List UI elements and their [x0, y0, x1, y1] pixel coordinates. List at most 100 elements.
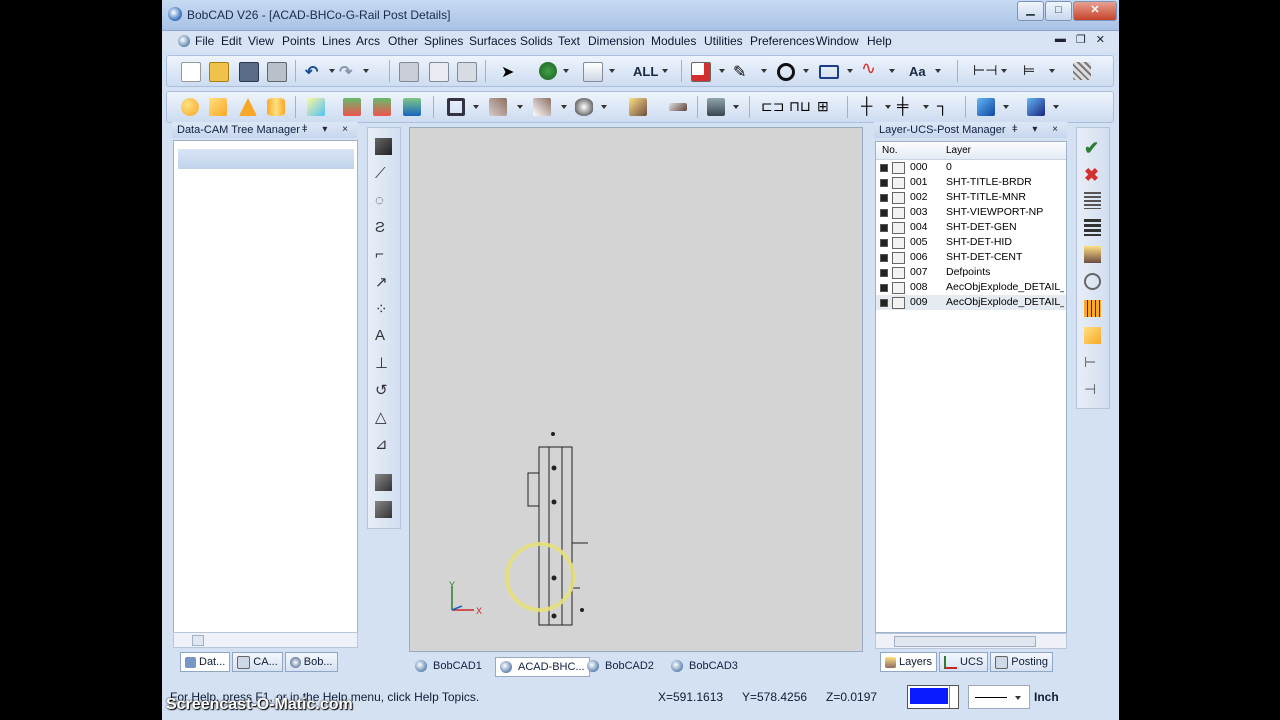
line-style-selector[interactable] — [968, 685, 1030, 709]
solid-view-dropdown-icon[interactable] — [1003, 105, 1009, 109]
filter-dropdown-icon[interactable] — [662, 69, 668, 73]
layer-row[interactable]: 001 SHT-TITLE-BRDR — [876, 175, 1066, 190]
bobcad-app-icon[interactable] — [168, 7, 182, 21]
menu-window[interactable]: Window — [816, 34, 859, 48]
boolean-union-icon[interactable] — [343, 98, 361, 116]
panel-pin-icon[interactable]: ǂ ▾ × — [1012, 124, 1064, 135]
tree-selected-node[interactable] — [178, 149, 354, 169]
layer-visible-checkbox[interactable] — [880, 209, 888, 217]
rotate-tool-icon[interactable]: ↺ — [375, 381, 392, 399]
break-icon[interactable]: ╪ — [897, 98, 915, 116]
menu-points[interactable]: Points — [282, 34, 315, 48]
solid-view-icon[interactable] — [977, 98, 995, 116]
layer-row[interactable]: 004 SHT-DET-GEN — [876, 220, 1066, 235]
scale-tool-icon[interactable]: ⊿ — [375, 435, 392, 453]
align-left-icon[interactable]: ⊢ — [1084, 354, 1101, 371]
layer-icon[interactable] — [892, 222, 905, 234]
extrude-icon[interactable] — [629, 98, 647, 116]
dimension-dropdown-icon[interactable] — [1001, 69, 1007, 73]
layer-visible-checkbox[interactable] — [880, 224, 888, 232]
text-dropdown-icon[interactable] — [935, 69, 941, 73]
break-dropdown-icon[interactable] — [923, 105, 929, 109]
modify-tool-icon[interactable] — [375, 474, 392, 491]
menu-other[interactable]: Other — [388, 34, 418, 48]
check-icon[interactable]: ✔ — [1084, 138, 1101, 158]
tree-view[interactable] — [173, 140, 358, 634]
drawing-canvas[interactable]: Y X — [409, 127, 863, 652]
save-icon[interactable] — [239, 62, 259, 82]
layer-row[interactable]: 005 SHT-DET-HID — [876, 235, 1066, 250]
circle-dropdown-icon[interactable] — [803, 69, 809, 73]
layer-icon[interactable] — [892, 162, 905, 174]
layer-row[interactable]: 008 AecObjExplode_DETAIL_F — [876, 280, 1066, 295]
layer-row[interactable]: 009 AecObjExplode_DETAIL_V — [876, 295, 1066, 310]
frame-icon[interactable] — [447, 98, 465, 116]
menu-help[interactable]: Help — [867, 34, 892, 48]
tab-data[interactable]: Dat... — [180, 652, 231, 672]
layer-color-icon[interactable] — [691, 62, 711, 82]
color-dropdown-icon[interactable] — [949, 686, 958, 708]
hatch-icon[interactable] — [1073, 62, 1091, 80]
pattern-tool-icon[interactable]: ⁘ — [375, 300, 392, 318]
layer-visible-checkbox[interactable] — [880, 284, 888, 292]
point-tool-icon[interactable] — [375, 138, 392, 155]
select-mode-icon[interactable] — [583, 62, 603, 82]
select-arrow-icon[interactable]: ➤ — [501, 62, 519, 81]
target-icon[interactable] — [1084, 273, 1101, 290]
ruler-icon[interactable] — [1084, 300, 1101, 317]
layer-icon[interactable] — [892, 297, 905, 309]
revolve-icon[interactable] — [575, 98, 593, 116]
menu-text[interactable]: Text — [558, 34, 580, 48]
surface-blend-dropdown-icon[interactable] — [561, 105, 567, 109]
layer-horizontal-scrollbar[interactable] — [875, 633, 1067, 649]
menu-view[interactable]: View — [248, 34, 274, 48]
layer-row[interactable]: 002 SHT-TITLE-MNR — [876, 190, 1066, 205]
line-style-dropdown-icon[interactable] — [1015, 696, 1021, 700]
mdi-close-button[interactable]: ✕ — [1096, 33, 1105, 46]
surface-blend-icon[interactable] — [533, 98, 551, 116]
cylinder-icon[interactable] — [267, 98, 285, 116]
chamfer-tool-icon[interactable]: ↗ — [375, 273, 392, 291]
document-icon[interactable] — [178, 35, 190, 47]
pencil-dropdown-icon[interactable] — [761, 69, 767, 73]
frame-dropdown-icon[interactable] — [473, 105, 479, 109]
doc-tab-acad-bhc[interactable]: ACAD-BHC... — [495, 657, 590, 677]
dimension-horizontal-icon[interactable]: ⊢⊣ — [973, 62, 997, 80]
select-mode-dropdown-icon[interactable] — [609, 69, 615, 73]
offset-icon[interactable] — [707, 98, 725, 116]
layer-row[interactable]: 000 0 — [876, 160, 1066, 175]
menu-edit[interactable]: Edit — [221, 34, 242, 48]
doc-tab-bobcad3[interactable]: BobCAD3 — [671, 657, 738, 675]
menu-file[interactable]: File — [195, 34, 214, 48]
copy-icon[interactable] — [429, 62, 449, 82]
text-tool-label[interactable]: Aa — [909, 64, 926, 79]
transform-tool-icon[interactable]: ⊥ — [375, 354, 392, 372]
layer-visible-checkbox[interactable] — [880, 254, 888, 262]
spline-icon[interactable]: ∿ — [861, 58, 879, 78]
menu-splines[interactable]: Splines — [424, 34, 463, 48]
close-button[interactable]: ✕ — [1073, 1, 1117, 21]
print-icon[interactable] — [267, 62, 287, 82]
new-file-icon[interactable] — [181, 62, 201, 82]
undo-dropdown-icon[interactable] — [329, 69, 335, 73]
dimension-align-icon[interactable]: ⊨ — [1023, 62, 1041, 80]
add-select-icon[interactable] — [539, 62, 557, 80]
scroll-thumb[interactable] — [192, 635, 204, 646]
title-bar[interactable]: BobCAD V26 - [ACAD-BHCo-G-Rail Post Deta… — [162, 0, 1119, 31]
rectangle-icon[interactable] — [819, 65, 839, 79]
undo-icon[interactable]: ↶ — [305, 62, 323, 81]
menu-lines[interactable]: Lines — [322, 34, 351, 48]
paste-icon[interactable] — [457, 62, 477, 82]
layer-icon[interactable] — [892, 207, 905, 219]
panel-pin-icon[interactable]: ǂ ▾ × — [302, 124, 354, 135]
box-icon[interactable] — [209, 98, 227, 116]
column-layer[interactable]: Layer — [946, 142, 971, 159]
layer-icon[interactable] — [892, 252, 905, 264]
translate-icon[interactable]: ⊏⊐ — [761, 98, 784, 116]
tab-cam[interactable]: CA... — [232, 652, 283, 672]
trim-dropdown-icon[interactable] — [885, 105, 891, 109]
delete-icon[interactable] — [399, 62, 419, 82]
spline-tool-icon[interactable]: Ƨ — [375, 219, 392, 236]
line-tool-icon[interactable]: ⟋ — [375, 165, 392, 182]
cone-icon[interactable] — [239, 98, 257, 116]
